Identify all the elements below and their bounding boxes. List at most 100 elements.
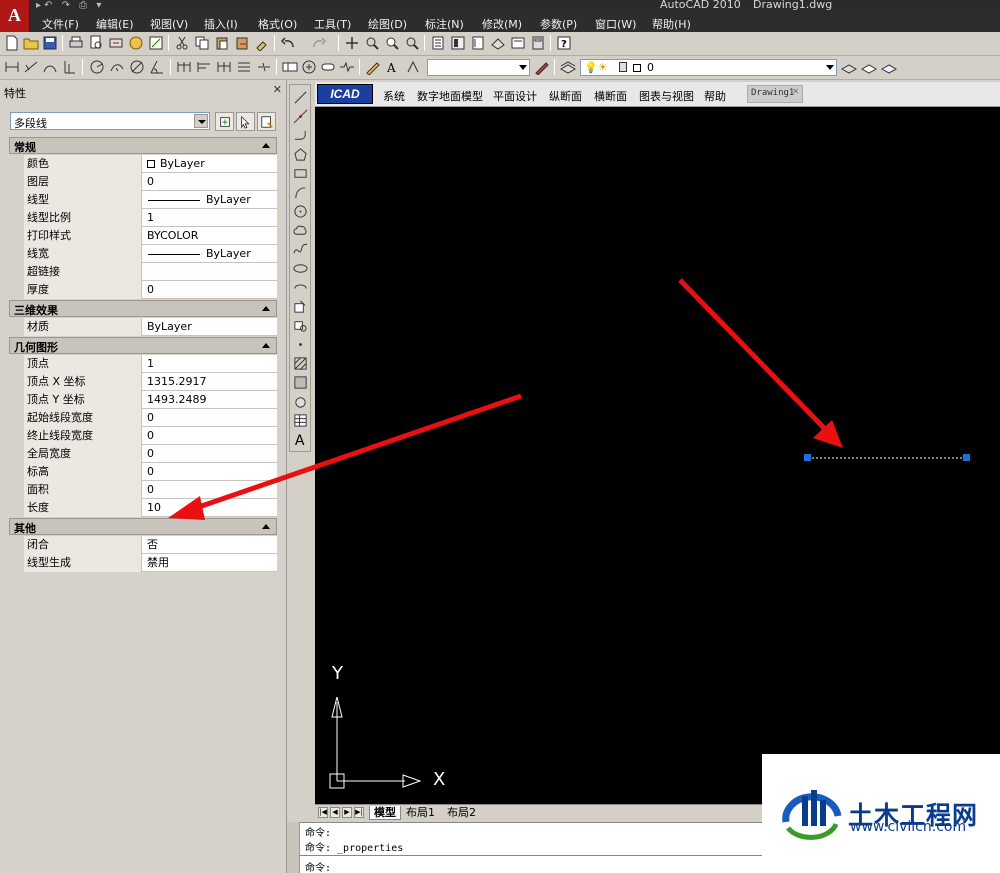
property-row[interactable]: 线型比例 1 <box>24 209 277 227</box>
property-row[interactable]: 闭合否 <box>24 536 277 554</box>
grip-start[interactable] <box>804 454 811 461</box>
property-value-cell[interactable]: 0 <box>144 427 154 445</box>
dimension-style-combo[interactable] <box>427 59 530 76</box>
property-value-cell[interactable]: 0 <box>144 173 154 191</box>
dimension-space-icon[interactable] <box>235 58 253 76</box>
property-value-cell[interactable]: 0 <box>144 463 154 481</box>
arc-icon[interactable] <box>292 184 309 201</box>
command-window-grip[interactable] <box>287 822 300 873</box>
property-row[interactable]: 线型 ByLayer <box>24 191 277 209</box>
menu-view[interactable]: 视图(V) <box>150 16 188 32</box>
collapse-icon[interactable] <box>262 143 270 148</box>
property-value-cell[interactable]: 0 <box>144 409 154 427</box>
quick-select-icon[interactable] <box>257 112 276 131</box>
dimension-break-icon[interactable] <box>255 58 273 76</box>
zoom-realtime-icon[interactable] <box>363 34 381 52</box>
construction-line-icon[interactable] <box>292 108 309 125</box>
radius-dimension-icon[interactable] <box>88 58 106 76</box>
pan-icon[interactable] <box>343 34 361 52</box>
grip-end[interactable] <box>963 454 970 461</box>
zoom-previous-icon[interactable] <box>403 34 421 52</box>
drawing-canvas[interactable]: Y X <box>315 107 1000 804</box>
document-tab[interactable]: Drawing1 ✕ <box>747 85 803 103</box>
property-row[interactable]: 打印样式 BYCOLOR <box>24 227 277 245</box>
publish-icon[interactable] <box>107 34 125 52</box>
property-value-cell[interactable]: ByLayer <box>144 191 251 209</box>
collapse-icon[interactable] <box>262 524 270 529</box>
collapse-icon[interactable] <box>262 343 270 348</box>
menu-modify[interactable]: 修改(M) <box>482 16 522 32</box>
ordinate-dimension-icon[interactable] <box>60 58 78 76</box>
menu-parametric[interactable]: 参数(P) <box>540 16 577 32</box>
menu-insert[interactable]: 插入(I) <box>204 16 238 32</box>
property-value-cell[interactable]: 0 <box>144 445 154 463</box>
quick-access-toolbar[interactable]: ▸↶ ↷ ⎙ ▾ <box>36 0 104 12</box>
property-row[interactable]: 标高 0 <box>24 463 277 481</box>
linear-dimension-icon[interactable] <box>3 58 21 76</box>
property-value-cell[interactable]: 否 <box>144 536 158 554</box>
property-value-cell[interactable]: BYCOLOR <box>144 227 198 245</box>
property-row[interactable]: 超链接 <box>24 263 277 281</box>
tab-layout2[interactable]: 布局2 <box>443 806 480 820</box>
object-type-select[interactable]: 多段线 <box>10 112 210 130</box>
menu-dimension[interactable]: 标注(N) <box>425 16 464 32</box>
markup-icon[interactable] <box>509 34 527 52</box>
dimension-update-icon[interactable] <box>404 58 422 76</box>
property-row[interactable]: 起始线段宽度 0 <box>24 409 277 427</box>
close-icon[interactable]: ✕ <box>273 83 282 96</box>
tab-model[interactable]: 模型 <box>369 806 401 820</box>
table-icon[interactable] <box>292 412 309 429</box>
print-icon[interactable] <box>67 34 85 52</box>
property-row[interactable]: 全局宽度 0 <box>24 445 277 463</box>
gradient-icon[interactable] <box>292 374 309 391</box>
layer-combo[interactable]: 💡☀ 0 <box>580 59 837 76</box>
3d-dwf-icon[interactable] <box>127 34 145 52</box>
application-menu-button[interactable]: A <box>0 0 30 32</box>
undo-icon[interactable] <box>279 34 297 52</box>
command-prompt[interactable]: 命令: <box>305 859 331 873</box>
tolerance-icon[interactable] <box>281 58 299 76</box>
first-tab-button[interactable]: |◀ <box>318 807 328 818</box>
inspection-icon[interactable] <box>319 58 337 76</box>
properties-icon[interactable] <box>429 34 447 52</box>
region-icon[interactable] <box>292 393 309 410</box>
property-value-cell[interactable]: 禁用 <box>144 554 169 572</box>
menu-tools[interactable]: 工具(T) <box>314 16 351 32</box>
property-row[interactable]: 长度 10 <box>24 499 277 517</box>
arc-length-icon[interactable] <box>41 58 59 76</box>
polygon-icon[interactable] <box>292 146 309 163</box>
tool-palettes-icon[interactable] <box>469 34 487 52</box>
ellipse-arc-icon[interactable] <box>292 279 309 296</box>
next-tab-button[interactable]: ▶ <box>342 807 352 818</box>
spline-icon[interactable] <box>292 241 309 258</box>
print-preview-icon[interactable] <box>87 34 105 52</box>
layer-properties-icon[interactable] <box>559 58 577 76</box>
menu-help[interactable]: 帮助(H) <box>652 16 691 32</box>
property-value-cell[interactable]: ByLayer <box>144 245 251 263</box>
property-value-cell[interactable]: 0 <box>144 481 154 499</box>
property-section[interactable]: 其他 <box>9 518 277 535</box>
ellipse-icon[interactable] <box>292 260 309 277</box>
zoom-window-icon[interactable] <box>383 34 401 52</box>
property-value-cell[interactable]: ByLayer <box>144 155 205 173</box>
revision-cloud-icon[interactable] <box>292 222 309 239</box>
property-row[interactable]: 顶点 X 坐标 1315.2917 <box>24 373 277 391</box>
make-block-icon[interactable] <box>292 317 309 334</box>
hatch-icon[interactable] <box>292 355 309 372</box>
property-value-cell[interactable]: 1315.2917 <box>144 373 207 391</box>
property-row[interactable]: 顶点 1 <box>24 355 277 373</box>
icad-menu-charts[interactable]: 图表与视图 <box>639 88 694 104</box>
point-icon[interactable] <box>292 336 309 353</box>
insert-block-icon[interactable] <box>292 298 309 315</box>
icad-menu-system[interactable]: 系统 <box>383 88 405 104</box>
help-icon[interactable]: ? <box>555 34 573 52</box>
property-row[interactable]: 线型生成 禁用 <box>24 554 277 572</box>
property-row[interactable]: 厚度 0 <box>24 281 277 299</box>
copy-icon[interactable] <box>193 34 211 52</box>
layer-previous-icon[interactable] <box>860 58 878 76</box>
dimension-text-edit-icon[interactable]: A <box>384 58 402 76</box>
menu-format[interactable]: 格式(O) <box>258 16 297 32</box>
center-mark-icon[interactable] <box>300 58 318 76</box>
redo-icon[interactable] <box>310 34 328 52</box>
property-row[interactable]: 图层 0 <box>24 173 277 191</box>
